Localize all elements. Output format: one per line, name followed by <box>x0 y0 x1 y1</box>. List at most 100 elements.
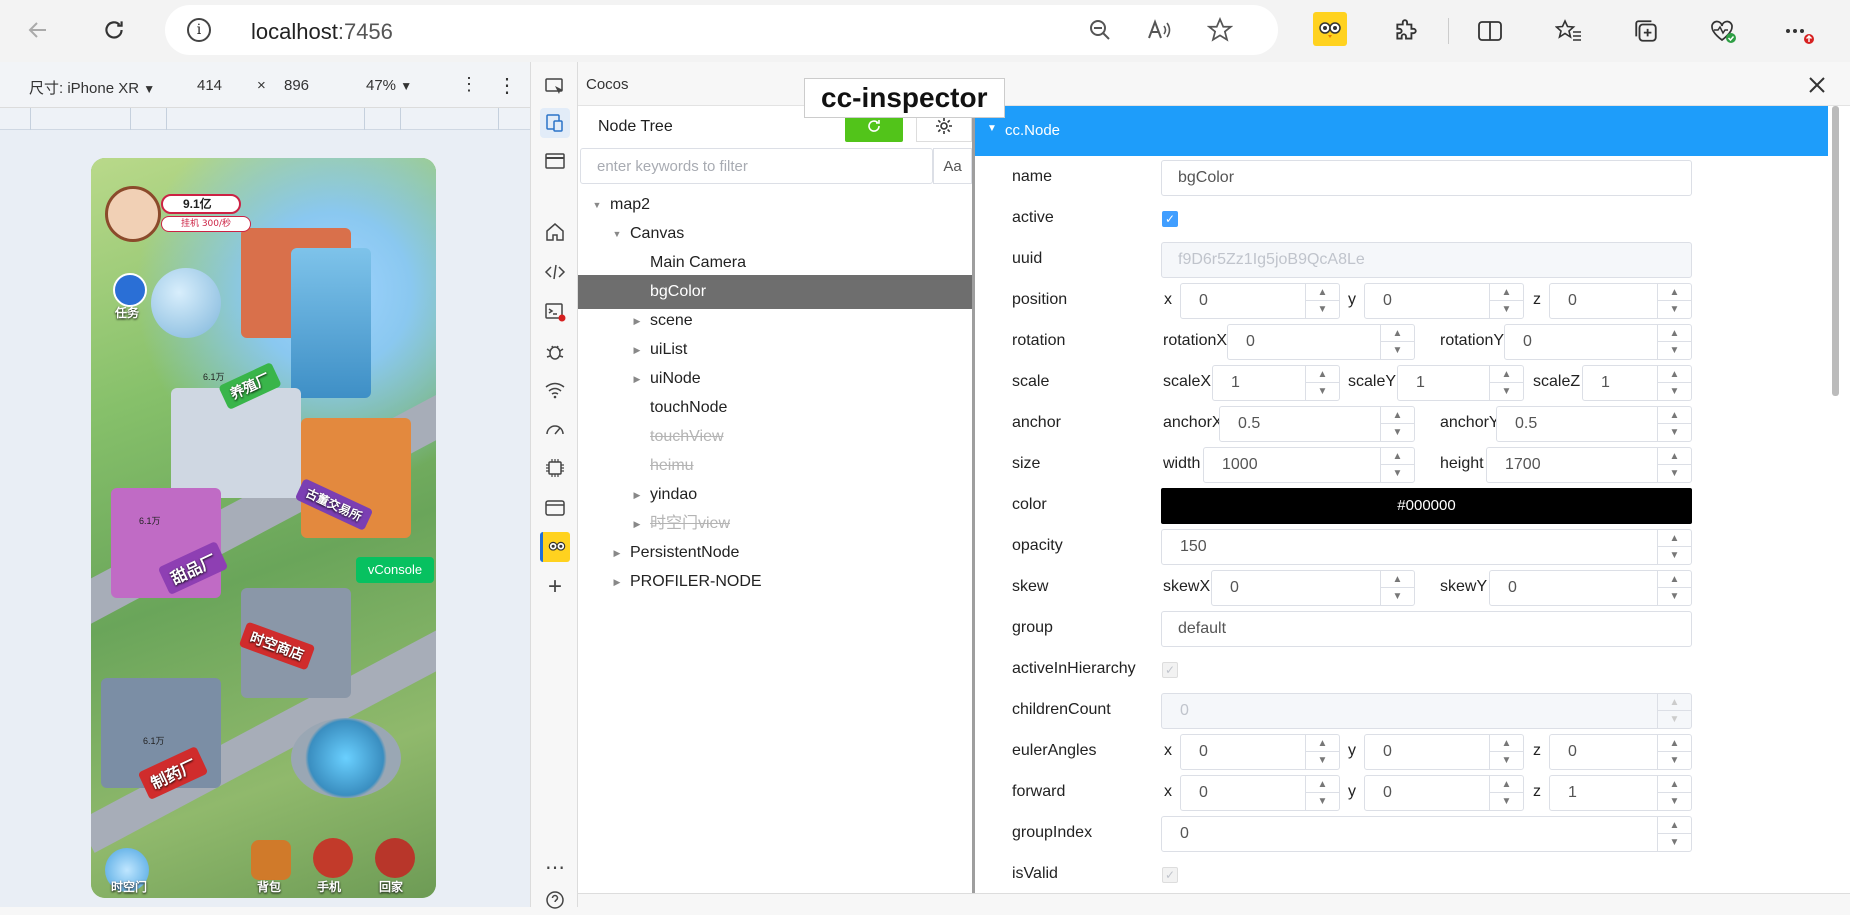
increment-icon[interactable]: ▲ <box>1381 571 1414 588</box>
home-icon[interactable] <box>540 217 570 247</box>
position-x-input[interactable]: 0 ▲ ▼ <box>1180 283 1340 319</box>
anchor-x-input[interactable]: 0.5 ▲ ▼ <box>1219 406 1415 442</box>
increment-icon[interactable]: ▲ <box>1658 571 1691 588</box>
collapsed-triangle-icon[interactable]: ▶ <box>610 565 624 599</box>
forward-x-input[interactable]: 0 ▲ ▼ <box>1180 775 1340 811</box>
color-picker[interactable]: #000000 <box>1161 488 1692 524</box>
increment-icon[interactable]: ▲ <box>1658 735 1691 752</box>
decrement-icon[interactable]: ▼ <box>1490 752 1523 769</box>
increment-icon[interactable]: ▲ <box>1658 325 1691 342</box>
phone-button[interactable] <box>313 838 353 878</box>
increment-icon[interactable]: ▲ <box>1658 817 1691 834</box>
decrement-icon[interactable]: ▼ <box>1381 342 1414 359</box>
device-select[interactable]: 尺寸: iPhone XR ▼ <box>29 77 155 98</box>
close-button[interactable] <box>1802 70 1832 100</box>
add-tool-icon[interactable]: + <box>540 572 570 602</box>
collections-icon[interactable] <box>1629 14 1663 48</box>
scale-z-input[interactable]: 1 ▲ ▼ <box>1582 365 1692 401</box>
position-z-input[interactable]: 0 ▲ ▼ <box>1549 283 1692 319</box>
increment-icon[interactable]: ▲ <box>1490 366 1523 383</box>
back-button[interactable] <box>18 10 58 50</box>
decrement-icon[interactable]: ▼ <box>1658 793 1691 810</box>
euler-y-input[interactable]: 0 ▲ ▼ <box>1364 734 1524 770</box>
reload-button[interactable] <box>94 10 134 50</box>
decrement-icon[interactable]: ▼ <box>1306 752 1339 769</box>
device-options-icon[interactable]: ⋮ <box>460 74 478 95</box>
more-options-icon[interactable]: ⋮ <box>497 73 517 98</box>
euler-z-input[interactable]: 0 ▲ ▼ <box>1549 734 1692 770</box>
more-menu-icon[interactable] <box>1782 14 1816 48</box>
forward-z-input[interactable]: 1 ▲ ▼ <box>1549 775 1692 811</box>
scale-x-input[interactable]: 1 ▲ ▼ <box>1212 365 1340 401</box>
increment-icon[interactable]: ▲ <box>1658 284 1691 301</box>
network-wifi-icon[interactable] <box>540 375 570 405</box>
group-field[interactable]: default <box>1161 611 1692 647</box>
increment-icon[interactable]: ▲ <box>1658 366 1691 383</box>
match-case-button[interactable]: Aa <box>933 148 972 184</box>
increment-icon[interactable]: ▲ <box>1658 776 1691 793</box>
decrement-icon[interactable]: ▼ <box>1490 793 1523 810</box>
active-checkbox[interactable]: ✓ <box>1162 211 1178 227</box>
help-icon[interactable] <box>540 885 570 915</box>
decrement-icon[interactable]: ▼ <box>1658 834 1691 851</box>
inspect-element-icon[interactable] <box>540 72 570 102</box>
increment-icon[interactable]: ▲ <box>1306 776 1339 793</box>
rotation-x-input[interactable]: 0 ▲ ▼ <box>1227 324 1415 360</box>
decrement-icon[interactable]: ▼ <box>1306 793 1339 810</box>
zoom-out-icon[interactable] <box>1085 15 1115 45</box>
window-icon[interactable] <box>540 146 570 176</box>
task-icon[interactable] <box>113 273 147 307</box>
node-filter-input[interactable] <box>580 148 933 184</box>
decrement-icon[interactable]: ▼ <box>1658 588 1691 605</box>
browser-health-icon[interactable] <box>1706 14 1740 48</box>
increment-icon[interactable]: ▲ <box>1381 325 1414 342</box>
increment-icon[interactable]: ▲ <box>1381 448 1414 465</box>
name-field[interactable]: bgColor <box>1161 160 1692 196</box>
extensions-puzzle-icon[interactable] <box>1389 14 1423 48</box>
scale-y-input[interactable]: 1 ▲ ▼ <box>1397 365 1524 401</box>
decrement-icon[interactable]: ▼ <box>1381 588 1414 605</box>
group-index-input[interactable]: 0 ▲ ▼ <box>1161 816 1692 852</box>
vconsole-button[interactable]: vConsole <box>356 557 434 583</box>
increment-icon[interactable]: ▲ <box>1306 735 1339 752</box>
favorites-list-icon[interactable] <box>1552 14 1586 48</box>
increment-icon[interactable]: ▲ <box>1490 776 1523 793</box>
decrement-icon[interactable]: ▼ <box>1658 383 1691 400</box>
opacity-input[interactable]: 150 ▲ ▼ <box>1161 529 1692 565</box>
skew-x-input[interactable]: 0 ▲ ▼ <box>1211 570 1415 606</box>
device-emulation-icon[interactable] <box>540 108 570 138</box>
decrement-icon[interactable]: ▼ <box>1658 465 1691 482</box>
increment-icon[interactable]: ▲ <box>1490 735 1523 752</box>
increment-icon[interactable]: ▲ <box>1658 407 1691 424</box>
device-width[interactable]: 414 <box>197 77 222 94</box>
game-canvas[interactable]: 9.1亿 挂机 300/秒 任务 养殖厂 古董交易所 甜品厂 时空商店 制药厂 … <box>91 158 436 898</box>
properties-scrollbar[interactable] <box>1832 106 1839 396</box>
elements-code-icon[interactable] <box>540 257 570 287</box>
forward-y-input[interactable]: 0 ▲ ▼ <box>1364 775 1524 811</box>
read-aloud-icon[interactable] <box>1145 15 1175 45</box>
decrement-icon[interactable]: ▼ <box>1658 342 1691 359</box>
application-icon[interactable] <box>540 493 570 523</box>
decrement-icon[interactable]: ▼ <box>1658 752 1691 769</box>
size-width-input[interactable]: 1000 ▲ ▼ <box>1203 447 1415 483</box>
decrement-icon[interactable]: ▼ <box>1658 301 1691 318</box>
increment-icon[interactable]: ▲ <box>1306 366 1339 383</box>
decrement-icon[interactable]: ▼ <box>1306 383 1339 400</box>
decrement-icon[interactable]: ▼ <box>1490 383 1523 400</box>
increment-icon[interactable]: ▲ <box>1658 530 1691 547</box>
favorite-star-icon[interactable] <box>1205 15 1235 45</box>
increment-icon[interactable]: ▲ <box>1490 284 1523 301</box>
home-button[interactable] <box>375 838 415 878</box>
avatar[interactable] <box>105 186 161 242</box>
bag-button[interactable] <box>251 840 291 880</box>
skew-y-input[interactable]: 0 ▲ ▼ <box>1489 570 1692 606</box>
rotation-y-input[interactable]: 0 ▲ ▼ <box>1504 324 1692 360</box>
performance-gauge-icon[interactable] <box>540 414 570 444</box>
decrement-icon[interactable]: ▼ <box>1658 424 1691 441</box>
anchor-y-input[interactable]: 0.5 ▲ ▼ <box>1496 406 1692 442</box>
more-tools-icon[interactable]: ⋯ <box>540 852 570 882</box>
decrement-icon[interactable]: ▼ <box>1306 301 1339 318</box>
cc-inspector-owl-icon[interactable] <box>540 532 570 562</box>
site-info-icon[interactable]: i <box>187 18 211 42</box>
console-icon[interactable] <box>540 297 570 327</box>
